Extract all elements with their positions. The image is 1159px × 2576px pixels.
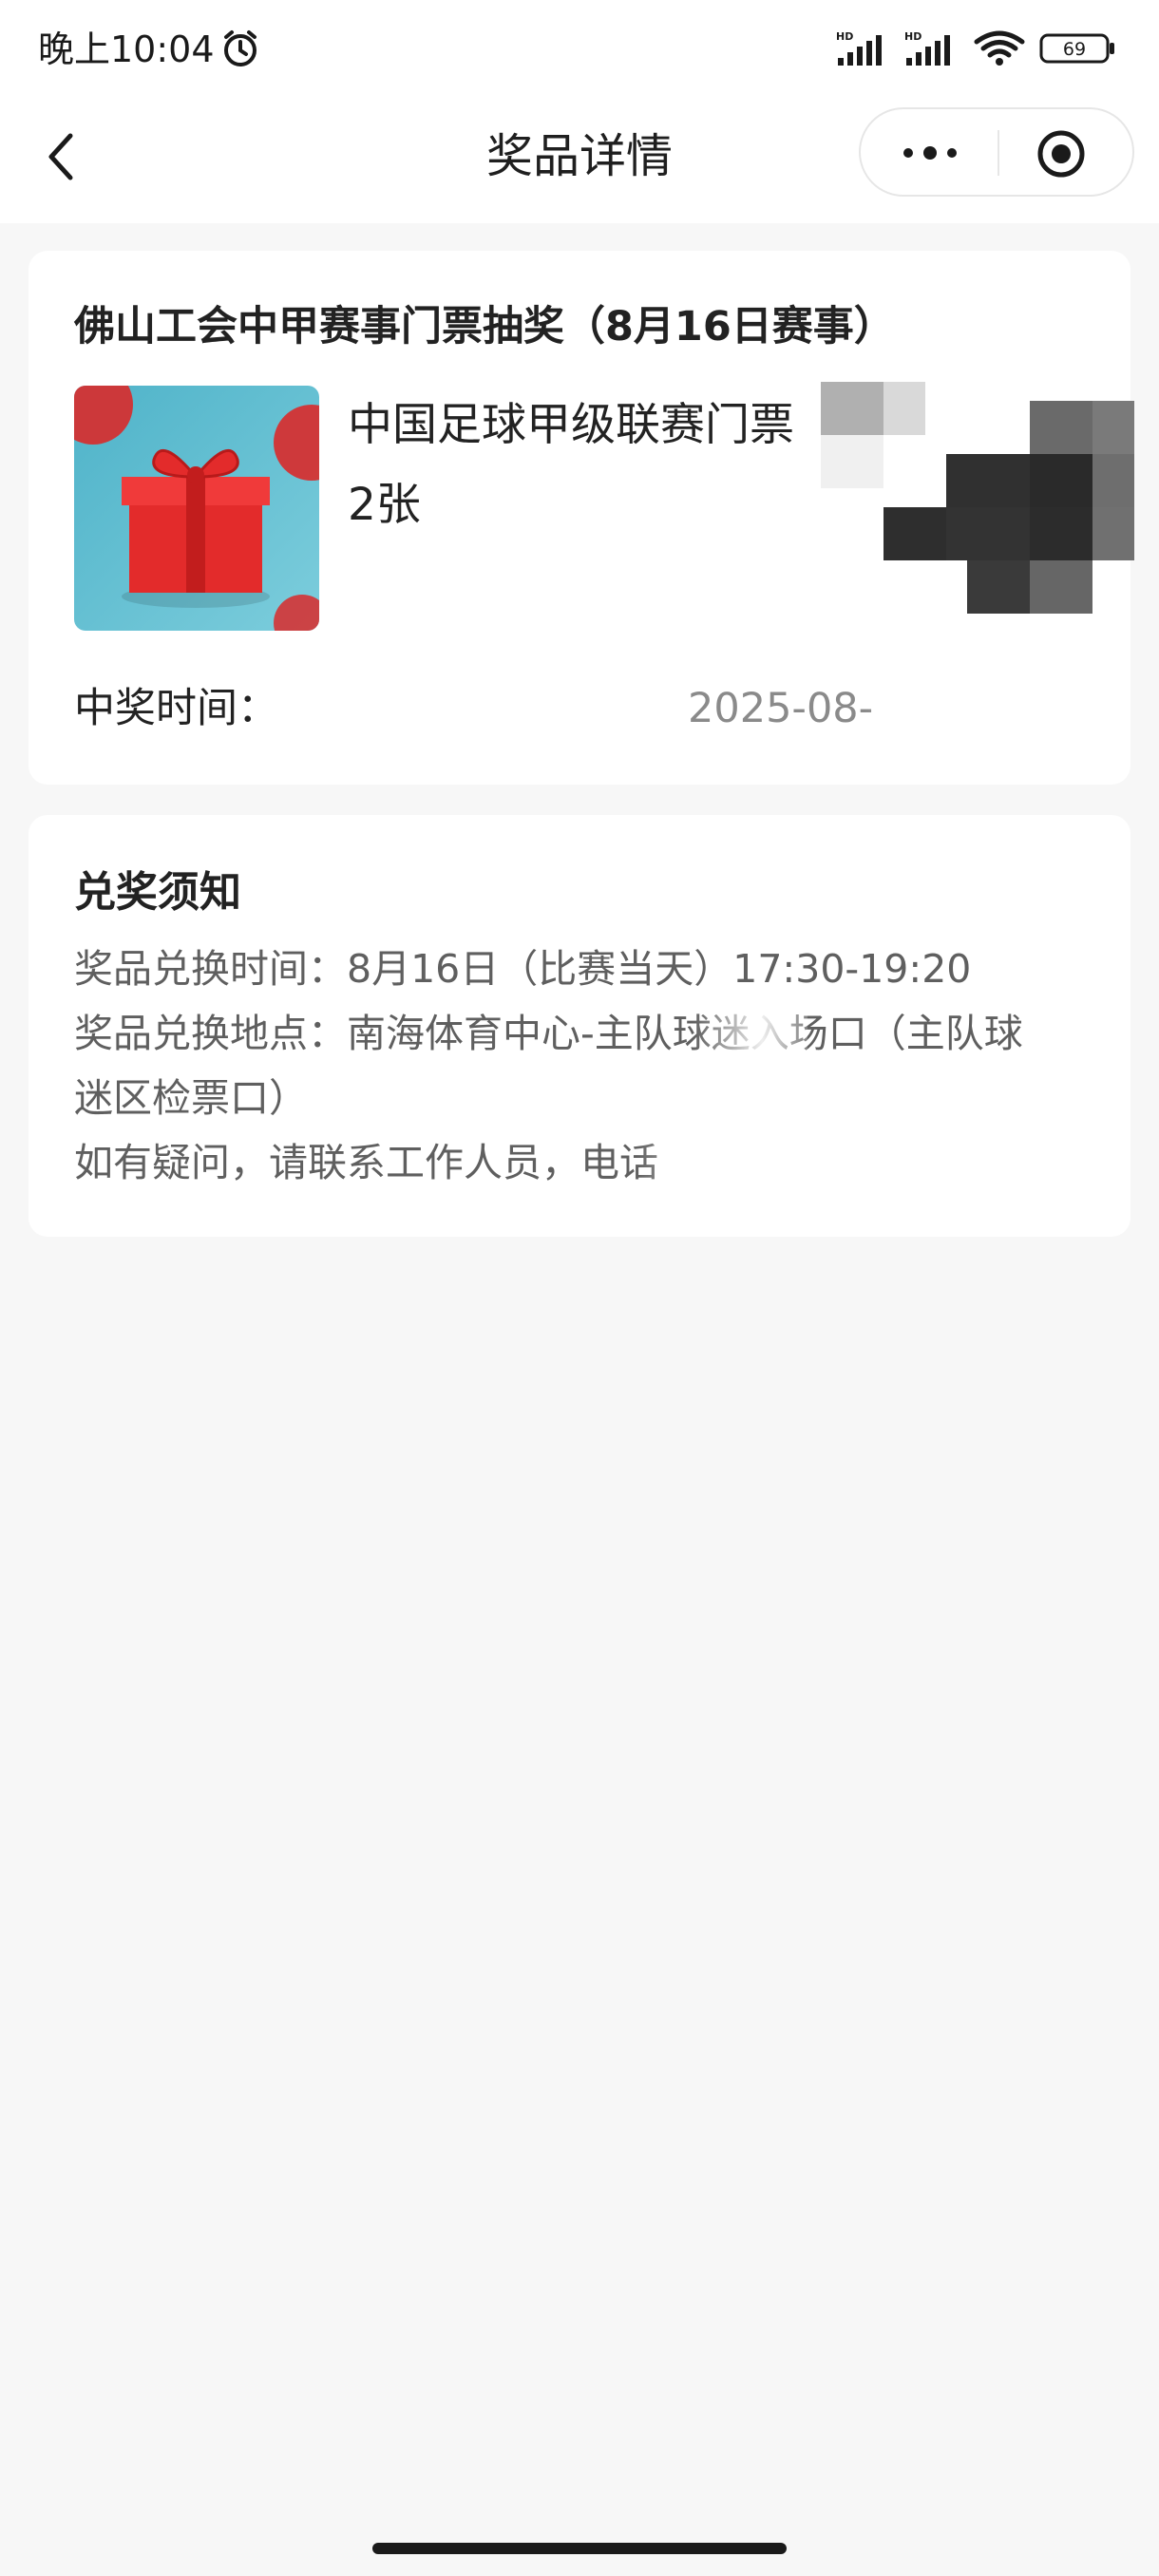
notice-title: 兑奖须知 [74, 868, 241, 917]
notice-redeem-location: 奖品兑换地点：南海体育中心-主队球迷入场口（主队球 [74, 1011, 1023, 1056]
prize-name-line2: 2张 [348, 479, 421, 531]
win-time-label: 中奖时间： [74, 685, 278, 732]
status-time: 晚上10:04 [38, 28, 215, 70]
home-indicator[interactable] [372, 2543, 787, 2554]
status-bar: 晚上10:04 HD HD 69 [0, 0, 1159, 100]
notice-redeem-time: 奖品兑换时间：8月16日（比赛当天）17:30-19:20 [74, 946, 972, 992]
event-title: 佛山工会中甲赛事门票抽奖（8月16日赛事） [74, 303, 895, 350]
notice-redeem-location-cont: 迷区检票口） [74, 1075, 308, 1121]
signal-hd-icon: HD [904, 30, 950, 66]
capsule-divider [998, 130, 999, 176]
win-time-value: 2025-08- [688, 685, 874, 732]
redemption-notice-card: 兑奖须知 奖品兑换时间：8月16日（比赛当天）17:30-19:20 奖品兑换地… [28, 815, 1130, 1237]
prize-card: 佛山工会中甲赛事门票抽奖（8月16日赛事） 中国足球甲级联赛门票 2张 中奖时间… [28, 251, 1134, 785]
battery-level: 69 [1063, 39, 1086, 60]
notice-contact: 如有疑问，请联系工作人员，电话 [74, 1140, 658, 1185]
svg-text:HD: HD [904, 30, 922, 43]
redaction-fade [864, 669, 1130, 745]
prize-name: 中国足球甲级联赛门票 2张 [348, 386, 842, 545]
prize-name-line1: 中国足球甲级联赛门票 [348, 399, 794, 451]
svg-text:HD: HD [836, 30, 853, 43]
battery-icon: 69 [1039, 33, 1114, 64]
redacted-mosaic [821, 382, 1134, 614]
redaction-fade [636, 1130, 1130, 1195]
gift-box-image [74, 386, 319, 631]
redaction-fade [694, 1001, 808, 1066]
more-dots-icon[interactable] [897, 136, 963, 170]
mini-program-capsule [859, 107, 1134, 197]
target-close-icon[interactable] [1036, 128, 1087, 180]
navigation-bar: 奖品详情 [0, 100, 1159, 223]
wifi-icon [974, 30, 1025, 66]
status-indicators: HD HD 69 [836, 28, 1117, 68]
signal-hd-icon: HD [836, 30, 882, 66]
alarm-icon [224, 30, 256, 66]
